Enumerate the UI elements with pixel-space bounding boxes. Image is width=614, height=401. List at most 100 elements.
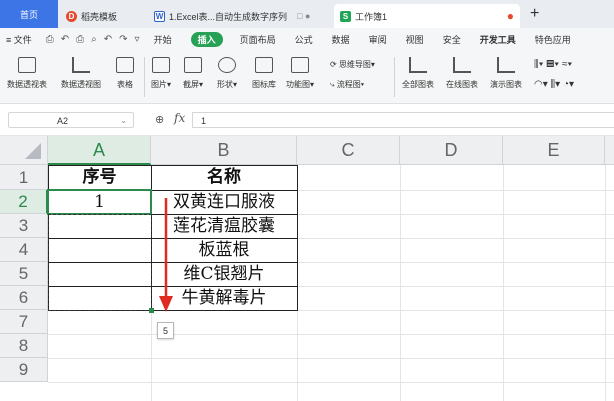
- zoom-icon[interactable]: ⊕: [155, 113, 164, 126]
- menu-security[interactable]: 安全: [443, 33, 461, 46]
- toolbar-divider: [144, 57, 145, 97]
- undo-icon[interactable]: ↶: [104, 34, 112, 45]
- chart-type-row-1[interactable]: ⫼▾ ▤▾ ≈▾: [534, 59, 572, 70]
- file-menu[interactable]: ≡ 文件: [6, 33, 32, 46]
- menu-start[interactable]: 开始: [154, 33, 172, 46]
- gridline: [605, 165, 606, 401]
- menu-data[interactable]: 数据: [332, 33, 350, 46]
- shape-button[interactable]: 形状▾: [217, 57, 237, 90]
- row-header-1[interactable]: 1: [0, 165, 48, 190]
- unsaved-dot-icon: ●: [506, 9, 514, 23]
- demo-chart-button[interactable]: 演示图表: [490, 57, 522, 90]
- function-chart-label: 功能图▾: [286, 80, 315, 89]
- print-icon[interactable]: ⎙: [76, 34, 84, 45]
- mindmap-button[interactable]: ⟳ 思维导图▾: [330, 59, 375, 70]
- flowchart-icon: ⤷: [330, 80, 337, 89]
- tab-workbook[interactable]: S 工作簿1 ●: [334, 4, 520, 28]
- chart-type-row-2[interactable]: ◠▾ ⫼▾ ◔▾: [534, 79, 574, 90]
- gridline: [400, 165, 401, 401]
- pivot-table-icon: [18, 57, 36, 73]
- fx-icon[interactable]: fx: [174, 111, 185, 125]
- line-chart-icon: ≈▾: [561, 59, 573, 70]
- tab-document-label: 1.Excel表...自动生成数字序列: [169, 11, 288, 22]
- formula-bar: A2 ⌄ ⊕ fx 1: [0, 104, 614, 136]
- ribbon-menu: ≡ 文件 ⎙ ↶ ⎙ ⌕ ↶ ↷ ▿ 开始 插入 页面布局 公式 数据 审阅 视…: [0, 28, 614, 51]
- column-header-d[interactable]: D: [400, 136, 503, 165]
- all-charts-button[interactable]: 全部图表: [402, 57, 434, 90]
- pivot-chart-label: 数据透视图: [61, 80, 101, 89]
- menu-review[interactable]: 审阅: [369, 33, 387, 46]
- cell-a1[interactable]: 序号: [48, 165, 151, 190]
- column-header-e[interactable]: E: [503, 136, 605, 165]
- tab-template-label: 稻壳模板: [81, 11, 118, 22]
- select-all-corner[interactable]: [0, 136, 48, 165]
- column-header-c[interactable]: C: [297, 136, 400, 165]
- flowchart-button[interactable]: ⤷ 流程图▾: [330, 79, 364, 90]
- column-chart-icon: ⫼▾: [534, 59, 544, 70]
- icon-library-button[interactable]: 图标库: [252, 57, 276, 90]
- all-charts-label: 全部图表: [402, 80, 434, 89]
- menu-developer[interactable]: 开发工具: [480, 33, 516, 46]
- menu-view[interactable]: 视图: [406, 33, 424, 46]
- fill-handle[interactable]: [149, 308, 154, 313]
- demo-chart-icon: [497, 57, 515, 73]
- picture-label: 图片▾: [151, 80, 172, 89]
- online-chart-button[interactable]: 在线图表: [446, 57, 478, 90]
- pivot-chart-button[interactable]: 数据透视图: [61, 57, 101, 90]
- name-box-value: A2: [57, 116, 69, 126]
- shape-label: 形状▾: [217, 80, 238, 89]
- tab-home[interactable]: 首页: [0, 0, 58, 28]
- cell-b1[interactable]: 名称: [151, 165, 297, 190]
- picture-button[interactable]: 图片▾: [151, 57, 171, 90]
- pivot-table-button[interactable]: 数据透视表: [7, 57, 47, 90]
- tab-bar: 首页 D 稻壳模板 W 1.Excel表...自动生成数字序列 □ ● S 工作…: [0, 0, 614, 28]
- row-header-9[interactable]: 9: [0, 358, 48, 382]
- new-tab-button[interactable]: +: [530, 5, 539, 23]
- tab-home-label: 首页: [19, 9, 38, 20]
- redo-icon[interactable]: ↷: [119, 34, 127, 45]
- drag-arrow: [159, 198, 173, 312]
- menu-formulas[interactable]: 公式: [295, 33, 313, 46]
- row-header-5[interactable]: 5: [0, 262, 48, 286]
- insert-toolbar: 数据透视表 数据透视图 表格 图片▾ 截屏▾ 形状▾ 图标库 功能图▾ ⟳ 思维…: [0, 51, 614, 104]
- row-header-4[interactable]: 4: [0, 238, 48, 262]
- tab-document[interactable]: W 1.Excel表...自动生成数字序列 □ ●: [148, 4, 332, 28]
- row-header-3[interactable]: 3: [0, 214, 48, 238]
- online-chart-label: 在线图表: [446, 80, 478, 89]
- flowchart-label: 流程图▾: [336, 80, 365, 89]
- chevron-down-icon[interactable]: ⌄: [120, 113, 127, 129]
- docer-logo-icon: D: [66, 10, 77, 22]
- picture-icon: [152, 57, 170, 73]
- autofill-range: [48, 214, 152, 311]
- tab-template[interactable]: D 稻壳模板: [60, 4, 146, 28]
- function-chart-icon: [291, 57, 309, 73]
- gridline: [48, 382, 614, 383]
- quick-access-dropdown-icon[interactable]: ▿: [135, 34, 140, 45]
- menu-special-apps[interactable]: 特色应用: [535, 33, 571, 46]
- row-header-7[interactable]: 7: [0, 310, 48, 334]
- row-header-6[interactable]: 6: [0, 286, 48, 310]
- save-icon[interactable]: ⎙: [46, 34, 54, 45]
- mindmap-icon: ⟳: [330, 60, 339, 69]
- column-header-a[interactable]: A: [48, 136, 151, 165]
- undo-history-icon[interactable]: ↶: [61, 34, 69, 45]
- menu-insert[interactable]: 插入: [190, 32, 223, 47]
- row-header-8[interactable]: 8: [0, 334, 48, 358]
- row-header-2[interactable]: 2: [0, 190, 48, 214]
- column-header-b[interactable]: B: [151, 136, 297, 165]
- formula-input[interactable]: 1: [192, 112, 614, 128]
- function-chart-button[interactable]: 功能图▾: [286, 57, 314, 90]
- gridline: [503, 165, 504, 401]
- preview-icon[interactable]: ⌕: [91, 34, 97, 45]
- screenshot-button[interactable]: 截屏▾: [183, 57, 203, 90]
- pivot-table-label: 数据透视表: [7, 80, 47, 89]
- spreadsheet-grid[interactable]: A B C D E 1 2 3 4 5 6 7 8 9 序号 名称 1 双黄连口…: [0, 136, 614, 401]
- demo-chart-label: 演示图表: [490, 80, 522, 89]
- autofill-options-tag[interactable]: 5: [157, 322, 174, 339]
- screenshot-label: 截屏▾: [183, 80, 204, 89]
- table-button[interactable]: 表格: [116, 57, 134, 90]
- menu-page-layout[interactable]: 页面布局: [240, 33, 276, 46]
- column-header-f[interactable]: [605, 136, 614, 165]
- name-box[interactable]: A2 ⌄: [8, 112, 134, 128]
- tab-workbook-label: 工作簿1: [355, 11, 388, 22]
